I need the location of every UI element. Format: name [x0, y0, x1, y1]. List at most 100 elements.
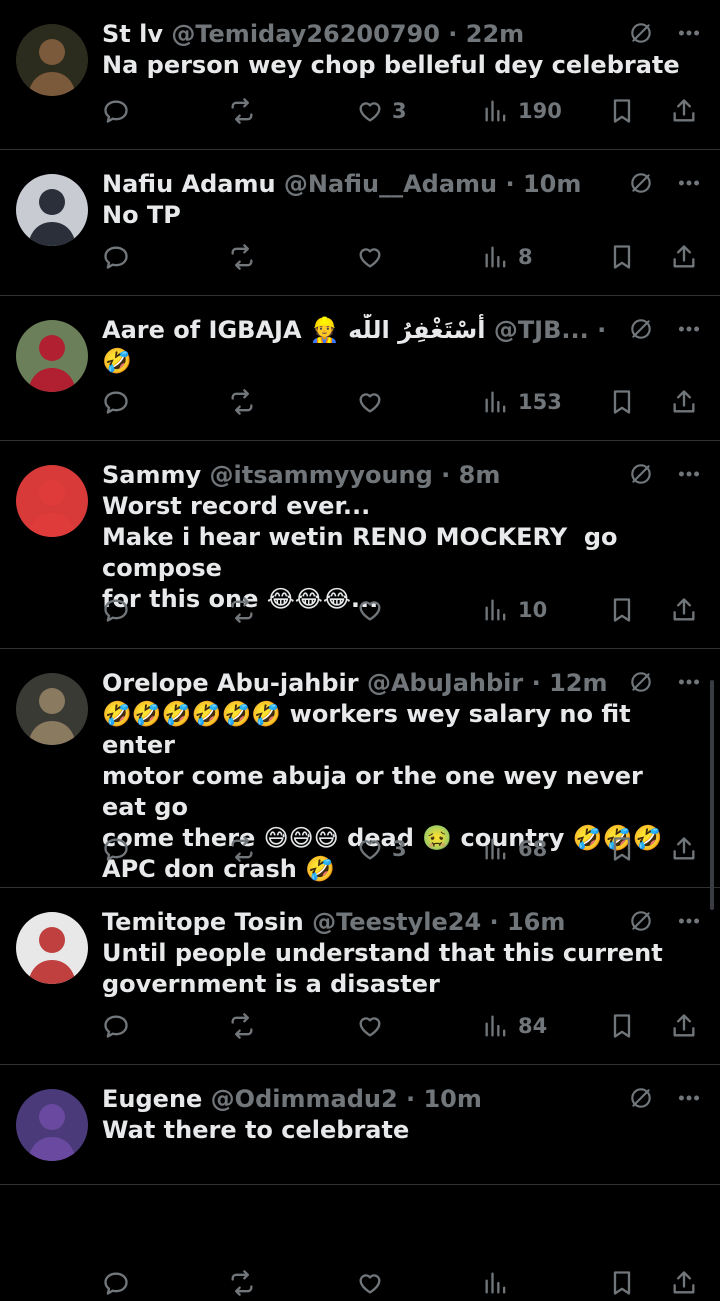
reply-button[interactable] — [102, 592, 130, 628]
avatar[interactable] — [16, 320, 88, 392]
retweet-button[interactable] — [228, 239, 256, 275]
share-button[interactable] — [670, 1265, 698, 1301]
tweet-item[interactable]: Sammy @itsammyyoung · 8m Worst record eve… — [0, 441, 720, 649]
tweet-item[interactable]: Aare of IGBAJA 👷 أَسْتَغْفِرُ اللّٰه @TJ… — [0, 296, 720, 441]
reply-button[interactable] — [102, 1008, 130, 1044]
views-button[interactable]: 68 — [482, 831, 547, 867]
like-button[interactable] — [356, 384, 384, 420]
more-button[interactable] — [676, 1085, 702, 1111]
author-handle[interactable]: @Nafiu__Adamu — [284, 170, 497, 198]
bookmark-icon — [613, 837, 631, 861]
timestamp[interactable]: 22m — [466, 20, 524, 48]
grok-button[interactable] — [628, 20, 654, 46]
retweet-button[interactable] — [228, 831, 256, 867]
more-button[interactable] — [676, 20, 702, 46]
bookmark-button[interactable] — [608, 831, 636, 867]
bookmark-button[interactable] — [608, 239, 636, 275]
views-button[interactable] — [482, 1265, 510, 1301]
author-handle[interactable]: @itsammyyoung — [210, 461, 433, 489]
views-icon — [485, 391, 506, 413]
grok-button[interactable] — [628, 669, 654, 695]
avatar[interactable] — [16, 24, 88, 96]
author-handle[interactable]: @Temiday26200790 — [171, 20, 440, 48]
views-button[interactable]: 84 — [482, 1008, 547, 1044]
share-button[interactable] — [670, 93, 698, 129]
tweet-item[interactable]: Temitope Tosin @Teestyle24 · 16m Until pe… — [0, 888, 720, 1065]
author-handle[interactable]: @Odimmadu2 — [211, 1085, 398, 1113]
author-name[interactable]: St lv — [102, 20, 163, 48]
like-button[interactable] — [356, 1265, 384, 1301]
author-name[interactable]: Eugene — [102, 1085, 202, 1113]
reply-button[interactable] — [102, 831, 130, 867]
author-handle[interactable]: @AbuJahbir — [367, 669, 523, 697]
views-button[interactable]: 153 — [482, 384, 562, 420]
scrollbar[interactable] — [710, 680, 714, 910]
avatar[interactable] — [16, 174, 88, 246]
share-icon — [673, 598, 695, 621]
author-name[interactable]: Sammy — [102, 461, 201, 489]
avatar[interactable] — [16, 673, 88, 745]
tweet-header: Orelope Abu-jahbir @AbuJahbir · 12m — [102, 667, 612, 699]
grok-button[interactable] — [628, 316, 654, 342]
retweet-button[interactable] — [228, 1008, 256, 1044]
share-button[interactable] — [670, 1008, 698, 1044]
share-button[interactable] — [670, 831, 698, 867]
action-bar: 153 — [102, 384, 704, 420]
bookmark-button[interactable] — [608, 1265, 636, 1301]
reply-button[interactable] — [102, 1265, 130, 1301]
more-button[interactable] — [676, 908, 702, 934]
share-button[interactable] — [670, 384, 698, 420]
bookmark-button[interactable] — [608, 93, 636, 129]
views-button[interactable]: 190 — [482, 93, 562, 129]
retweet-button[interactable] — [228, 592, 256, 628]
separator-dot: · — [432, 461, 459, 489]
views-button[interactable]: 10 — [482, 592, 547, 628]
timestamp[interactable]: 10m — [523, 170, 581, 198]
tweet-text-line: motor come abuja or the one wey never ea… — [102, 762, 652, 821]
grok-button[interactable] — [628, 1085, 654, 1111]
grok-button[interactable] — [628, 461, 654, 487]
like-button[interactable]: 3 — [356, 93, 407, 129]
views-icon — [485, 1272, 506, 1294]
tweet-text-line: Na person wey chop belleful dey celebrat… — [102, 51, 680, 79]
reply-button[interactable] — [102, 239, 130, 275]
avatar[interactable] — [16, 465, 88, 537]
like-button[interactable] — [356, 592, 384, 628]
retweet-button[interactable] — [228, 384, 256, 420]
avatar[interactable] — [16, 912, 88, 984]
tweet-item[interactable]: Orelope Abu-jahbir @AbuJahbir · 12m 🤣🤣🤣🤣🤣… — [0, 649, 720, 888]
more-button[interactable] — [676, 316, 702, 342]
bookmark-button[interactable] — [608, 1008, 636, 1044]
timestamp[interactable]: 16m — [507, 908, 565, 936]
reply-button[interactable] — [102, 384, 130, 420]
share-button[interactable] — [670, 592, 698, 628]
views-button[interactable]: 8 — [482, 239, 533, 275]
author-name[interactable]: Aare of IGBAJA 👷 أَسْتَغْفِرُ اللّٰه — [102, 316, 485, 344]
bookmark-button[interactable] — [608, 384, 636, 420]
grok-button[interactable] — [628, 908, 654, 934]
more-button[interactable] — [676, 669, 702, 695]
like-button[interactable]: 3 — [356, 831, 407, 867]
retweet-button[interactable] — [228, 93, 256, 129]
more-button[interactable] — [676, 170, 702, 196]
author-name[interactable]: Nafiu Adamu — [102, 170, 276, 198]
tweet-item[interactable]: Eugene @Odimmadu2 · 10m Wat there to cele… — [0, 1065, 720, 1296]
reply-button[interactable] — [102, 93, 130, 129]
more-button[interactable] — [676, 461, 702, 487]
like-button[interactable] — [356, 239, 384, 275]
tweet-item[interactable]: Nafiu Adamu @Nafiu__Adamu · 10m No TP 8 — [0, 150, 720, 296]
author-handle[interactable]: @Teestyle24 — [312, 908, 481, 936]
author-name[interactable]: Temitope Tosin — [102, 908, 304, 936]
retweet-button[interactable] — [228, 1265, 256, 1301]
timestamp[interactable]: 10m — [423, 1085, 481, 1113]
grok-button[interactable] — [628, 170, 654, 196]
timestamp[interactable]: 8m — [459, 461, 501, 489]
timestamp[interactable]: 12m — [549, 669, 607, 697]
tweet-item[interactable]: St lv @Temiday26200790 · 22m Na person we… — [0, 0, 720, 150]
like-button[interactable] — [356, 1008, 384, 1044]
author-name[interactable]: Orelope Abu-jahbir — [102, 669, 359, 697]
author-handle[interactable]: @TJB... — [494, 316, 589, 344]
avatar[interactable] — [16, 1089, 88, 1161]
share-button[interactable] — [670, 239, 698, 275]
bookmark-button[interactable] — [608, 592, 636, 628]
